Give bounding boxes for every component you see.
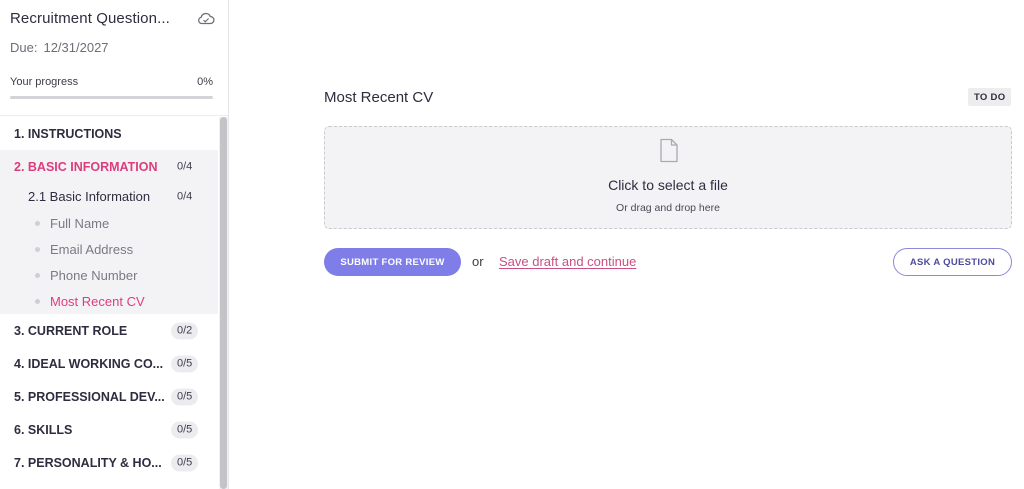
section-progress-badge: 0/2 [171,322,199,339]
section-progress-badge: 0/5 [171,388,199,405]
question-title: Most Recent CV [324,89,434,106]
subsection-progress-badge: 0/4 [177,190,193,202]
nav-section-personality[interactable]: 7. PERSONALITY & HO... 0/5 [0,446,218,479]
section-label: 4. IDEAL WORKING CO... [14,356,164,371]
progress-bar [10,96,213,99]
sidebar: Recruitment Question... Due: 12/31/2027 Y… [0,0,229,489]
nav-question-email-address[interactable]: Email Address [0,236,218,262]
ask-a-question-button[interactable]: ASK A QUESTION [893,248,1012,276]
due-date: Due: 12/31/2027 [10,40,228,55]
section-label: 7. PERSONALITY & HO... [14,455,162,470]
active-section-group: 2. BASIC INFORMATION 0/4 2.1 Basic Infor… [0,150,218,314]
cloud-sync-icon[interactable] [197,11,215,25]
save-draft-link[interactable]: Save draft and continue [499,254,636,269]
question-label: Phone Number [50,267,138,283]
section-progress-badge: 0/5 [171,421,199,438]
due-value: 12/31/2027 [43,40,109,55]
section-label: 2. BASIC INFORMATION [14,159,158,174]
questionnaire-title: Recruitment Question... [10,10,170,27]
nav-question-full-name[interactable]: Full Name [0,210,218,236]
dropzone-title: Click to select a file [608,177,728,193]
nav-section-ideal-working-conditions[interactable]: 4. IDEAL WORKING CO... 0/5 [0,347,218,380]
file-icon [660,138,678,163]
dropzone-subtitle: Or drag and drop here [616,202,720,214]
section-progress-badge: 0/5 [171,454,199,471]
due-label: Due: [10,40,38,55]
bullet-dot [35,246,40,252]
section-label: 3. CURRENT ROLE [14,323,128,338]
or-text: or [472,254,484,269]
nav-section-basic-information[interactable]: 2. BASIC INFORMATION 0/4 [0,150,218,183]
bullet-dot [35,220,40,226]
bullet-dot [35,272,40,278]
progress-row: Your progress 0% [10,76,213,88]
question-label: Email Address [50,241,134,257]
section-progress-badge: 0/4 [177,160,193,172]
section-progress-badge: 0/5 [171,355,199,372]
nav-section-skills[interactable]: 6. SKILLS 0/5 [0,413,218,446]
bullet-dot [35,298,40,304]
sidebar-header: Recruitment Question... Due: 12/31/2027 Y… [0,0,228,116]
subsection-label: 2.1 Basic Information [28,189,151,204]
section-label: 5. PROFESSIONAL DEV... [14,389,165,404]
scrollbar-thumb[interactable] [220,117,227,489]
sidebar-scrollbar[interactable] [219,117,228,489]
progress-label: Your progress [10,76,79,88]
nav-question-most-recent-cv[interactable]: Most Recent CV [0,288,218,314]
nav-subsection-basic-information[interactable]: 2.1 Basic Information 0/4 [0,183,218,210]
question-label: Full Name [50,215,110,231]
question-label: Most Recent CV [50,293,145,309]
nav-section-instructions[interactable]: 1. INSTRUCTIONS [0,117,218,150]
status-badge: TO DO [968,88,1012,106]
section-label: 6. SKILLS [14,422,73,437]
nav-question-phone-number[interactable]: Phone Number [0,262,218,288]
nav-section-professional-development[interactable]: 5. PROFESSIONAL DEV... 0/5 [0,380,218,413]
progress-percent: 0% [197,76,213,88]
file-dropzone[interactable]: Click to select a file Or drag and drop … [324,126,1012,229]
question-panel: Most Recent CV TO DO Click to select a f… [250,0,1024,489]
submit-for-review-button[interactable]: SUBMIT FOR REVIEW [324,248,461,276]
section-label: 1. INSTRUCTIONS [14,126,122,141]
nav-section-current-role[interactable]: 3. CURRENT ROLE 0/2 [0,314,218,347]
section-nav: 1. INSTRUCTIONS 2. BASIC INFORMATION 0/4… [0,117,218,479]
